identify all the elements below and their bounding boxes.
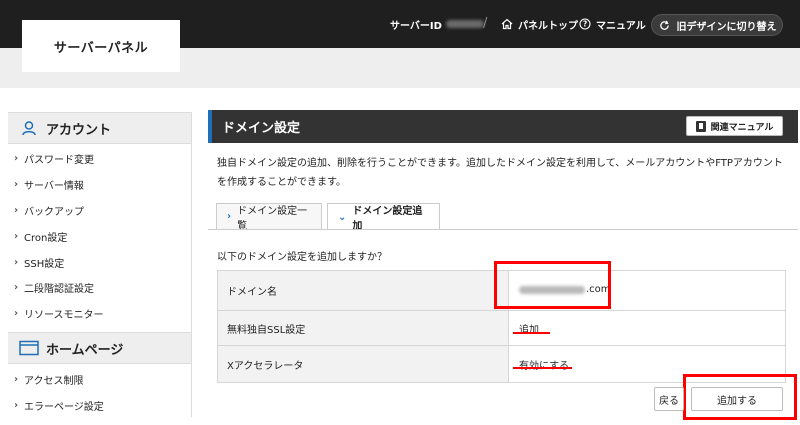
highlight-accelerator-underline [513, 367, 572, 369]
sidebar-item-server-info[interactable]: › サーバー情報 [14, 172, 191, 197]
sidebar-item-ssh[interactable]: › SSH設定 [14, 250, 191, 275]
page-description: 独自ドメイン設定の追加、削除を行うことができます。追加したドメイン設定を利用して… [217, 158, 783, 188]
header-separator: / [483, 16, 488, 31]
panel-top-label: パネルトップ [518, 20, 578, 32]
sidebar-item-label: バックアップ [24, 207, 84, 218]
refresh-icon [658, 18, 672, 32]
row-label: Xアクセラレータ [217, 345, 509, 383]
sidebar-item-label: SSH設定 [24, 259, 65, 270]
chevron-right-icon: › [14, 374, 19, 385]
app-logo[interactable]: サーバーパネル [22, 20, 180, 72]
book-icon [695, 120, 706, 132]
chevron-right-icon: › [14, 153, 19, 164]
manual-label: マニュアル [596, 20, 646, 32]
switch-old-design-label: 旧デザインに切り替え [676, 21, 777, 33]
related-manual-label: 関連マニュアル [710, 122, 774, 133]
sidebar-item-label: リソースモニター [24, 310, 104, 321]
sidebar-item-label: パスワード変更 [24, 155, 94, 166]
ssl-value: 追加 [508, 310, 786, 346]
sidebar-item-access-restriction[interactable]: › アクセス制限 [14, 367, 191, 392]
chevron-right-icon: › [14, 257, 19, 268]
sidebar-item-cron[interactable]: › Cron設定 [14, 224, 191, 249]
sidebar-section-homepage[interactable]: ホームページ [8, 332, 191, 364]
server-id: サーバーID [390, 0, 484, 48]
tab-domain-list[interactable]: › ドメイン設定一覧 [216, 203, 322, 232]
user-icon [18, 119, 40, 137]
tab-domain-add[interactable]: ⌄ ドメイン設定追加 [327, 203, 440, 232]
panel-top-link[interactable]: パネルトップ [500, 0, 578, 48]
manual-link[interactable]: ? マニュアル [578, 0, 646, 48]
back-button[interactable]: 戻る [654, 387, 684, 411]
sidebar-item-2fa[interactable]: › 二段階認証設定 [14, 275, 191, 300]
tab-label: ドメイン設定一覧 [237, 205, 308, 232]
sidebar-item-label: サーバー情報 [24, 181, 84, 192]
chevron-right-icon: › [227, 211, 232, 222]
sidebar-item-error-page[interactable]: › エラーページ設定 [14, 393, 191, 418]
highlight-ssl-underline [513, 332, 550, 334]
sidebar-item-label: エラーページ設定 [24, 402, 104, 413]
confirm-question: 以下のドメイン設定を追加しますか？ [217, 252, 387, 263]
sidebar-item-password[interactable]: › パスワード変更 [14, 146, 191, 171]
sidebar-divider [191, 112, 192, 417]
switch-old-design-button[interactable]: 旧デザインに切り替え [651, 14, 783, 36]
chevron-right-icon: › [14, 282, 19, 293]
server-id-label: サーバーID [390, 20, 442, 32]
add-button[interactable]: 追加する [691, 387, 783, 411]
page-title-text: ドメイン設定 [222, 121, 301, 136]
sidebar-section-account[interactable]: アカウント [8, 112, 191, 144]
help-icon: ? [578, 17, 592, 31]
related-manual-button[interactable]: 関連マニュアル [686, 116, 783, 136]
sidebar-section-title: アカウント [46, 122, 112, 138]
sidebar-item-label: Cron設定 [24, 233, 68, 244]
home-icon [500, 17, 514, 31]
chevron-down-icon: ⌄ [338, 211, 347, 223]
row-label: 無料独自SSL設定 [217, 310, 509, 346]
sidebar-section-title: ホームページ [46, 342, 124, 358]
row-label: ドメイン名 [217, 270, 509, 311]
table-row: 無料独自SSL設定 追加 [217, 310, 786, 346]
chevron-right-icon: › [14, 308, 19, 319]
chevron-right-icon: › [14, 205, 19, 216]
chevron-right-icon: › [14, 400, 19, 411]
chevron-right-icon: › [14, 179, 19, 190]
sidebar-item-backup[interactable]: › バックアップ [14, 198, 191, 223]
server-id-value-redacted [445, 20, 484, 28]
svg-text:?: ? [583, 20, 587, 29]
chevron-right-icon: › [14, 231, 19, 242]
sidebar-item-label: 二段階認証設定 [24, 284, 94, 295]
sidebar-item-resource-monitor[interactable]: › リソースモニター [14, 301, 191, 326]
sidebar-item-label: アクセス制限 [24, 376, 84, 387]
tab-divider [208, 229, 798, 230]
tab-label: ドメイン設定追加 [352, 206, 423, 232]
window-icon [18, 339, 40, 357]
highlight-domain-box [494, 261, 611, 309]
